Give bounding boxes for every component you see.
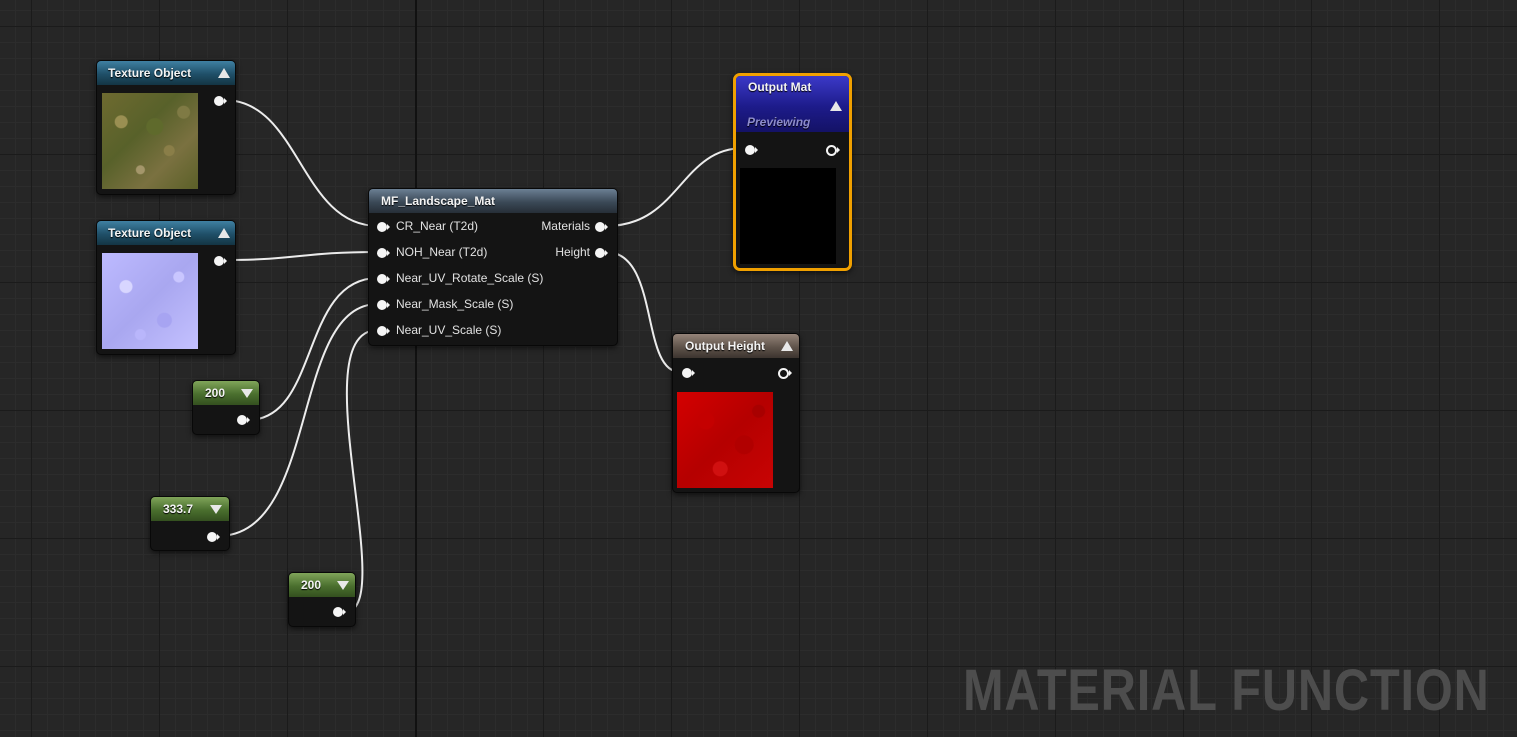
output-label-height: Height — [555, 245, 590, 259]
height-preview-thumbnail — [677, 392, 773, 488]
node-title: Output Mat — [748, 80, 812, 94]
output-pin-hollow[interactable] — [778, 368, 792, 379]
material-function-watermark: MATERIAL FUNCTION — [963, 658, 1490, 723]
output-mat-node[interactable]: Output Mat Previewing — [733, 73, 852, 271]
node-title: MF_Landscape_Mat — [381, 194, 496, 208]
output-pin[interactable] — [214, 256, 227, 266]
input-label-cr-near: CR_Near (T2d) — [396, 219, 479, 233]
wire-texture2-to-nohnear — [223, 251, 379, 261]
output-pin-height[interactable] — [595, 248, 608, 258]
constant-value[interactable]: 200 — [205, 386, 225, 400]
node-header[interactable]: 200 — [289, 573, 355, 597]
dropdown-arrow-icon[interactable] — [337, 581, 349, 590]
material-function-node[interactable]: MF_Landscape_Mat CR_Near (T2d) NOH_Near … — [368, 188, 618, 346]
constant-node-200-b[interactable]: 200 — [288, 572, 356, 627]
output-pin[interactable] — [214, 96, 227, 106]
dropdown-arrow-icon[interactable] — [241, 389, 253, 398]
normal-map-thumbnail — [102, 253, 198, 349]
output-label-materials: Materials — [541, 219, 590, 233]
collapse-arrow-icon[interactable] — [218, 68, 230, 78]
output-pin[interactable] — [237, 415, 250, 425]
ground-texture-thumbnail — [102, 93, 198, 189]
input-label-near-uv-scale: Near_UV_Scale (S) — [396, 323, 502, 337]
dropdown-arrow-icon[interactable] — [210, 505, 222, 514]
input-pin[interactable] — [745, 145, 758, 155]
constant-value[interactable]: 333.7 — [163, 502, 193, 516]
output-pin-hollow[interactable] — [826, 145, 840, 156]
material-preview-thumbnail — [740, 168, 836, 264]
texture-object-node-2[interactable]: Texture Object — [96, 220, 236, 355]
collapse-arrow-icon[interactable] — [781, 341, 793, 351]
node-header[interactable]: Texture Object — [97, 221, 235, 245]
collapse-arrow-icon[interactable] — [218, 228, 230, 238]
input-label-near-mask-scale: Near_Mask_Scale (S) — [396, 297, 514, 311]
node-header[interactable]: Texture Object — [97, 61, 235, 85]
node-header[interactable]: Output Mat Previewing — [736, 76, 849, 132]
input-label-near-uv-rotate-scale: Near_UV_Rotate_Scale (S) — [396, 271, 544, 285]
input-pin-near-uv-rotate-scale[interactable] — [377, 274, 390, 284]
constant-node-333-7[interactable]: 333.7 — [150, 496, 230, 551]
node-header[interactable]: 333.7 — [151, 497, 229, 521]
node-title: Texture Object — [108, 66, 192, 80]
input-pin-near-mask-scale[interactable] — [377, 300, 390, 310]
wire-texture1-to-crnear — [223, 99, 379, 227]
node-title: Texture Object — [108, 226, 192, 240]
input-label-noh-near: NOH_Near (T2d) — [396, 245, 488, 259]
wire-materials-to-outputmat — [605, 147, 745, 227]
output-pin[interactable] — [333, 607, 346, 617]
texture-object-node-1[interactable]: Texture Object — [96, 60, 236, 195]
node-header[interactable]: Output Height — [673, 334, 799, 358]
constant-node-200[interactable]: 200 — [192, 380, 260, 435]
node-header[interactable]: MF_Landscape_Mat — [369, 189, 617, 213]
output-pin-materials[interactable] — [595, 222, 608, 232]
wire-const200b-to-uvscale — [344, 329, 379, 613]
input-pin[interactable] — [682, 368, 695, 378]
output-height-node[interactable]: Output Height — [672, 333, 800, 493]
input-pin-cr-near[interactable] — [377, 222, 390, 232]
input-pin-noh-near[interactable] — [377, 248, 390, 258]
previewing-status: Previewing — [747, 115, 811, 129]
node-header[interactable]: 200 — [193, 381, 259, 405]
graph-origin-axis — [415, 0, 417, 737]
output-pin[interactable] — [207, 532, 220, 542]
collapse-arrow-icon[interactable] — [830, 101, 842, 111]
input-pin-near-uv-scale[interactable] — [377, 326, 390, 336]
constant-value[interactable]: 200 — [301, 578, 321, 592]
node-title: Output Height — [685, 339, 765, 353]
wire-const200-to-rotate — [247, 277, 379, 421]
